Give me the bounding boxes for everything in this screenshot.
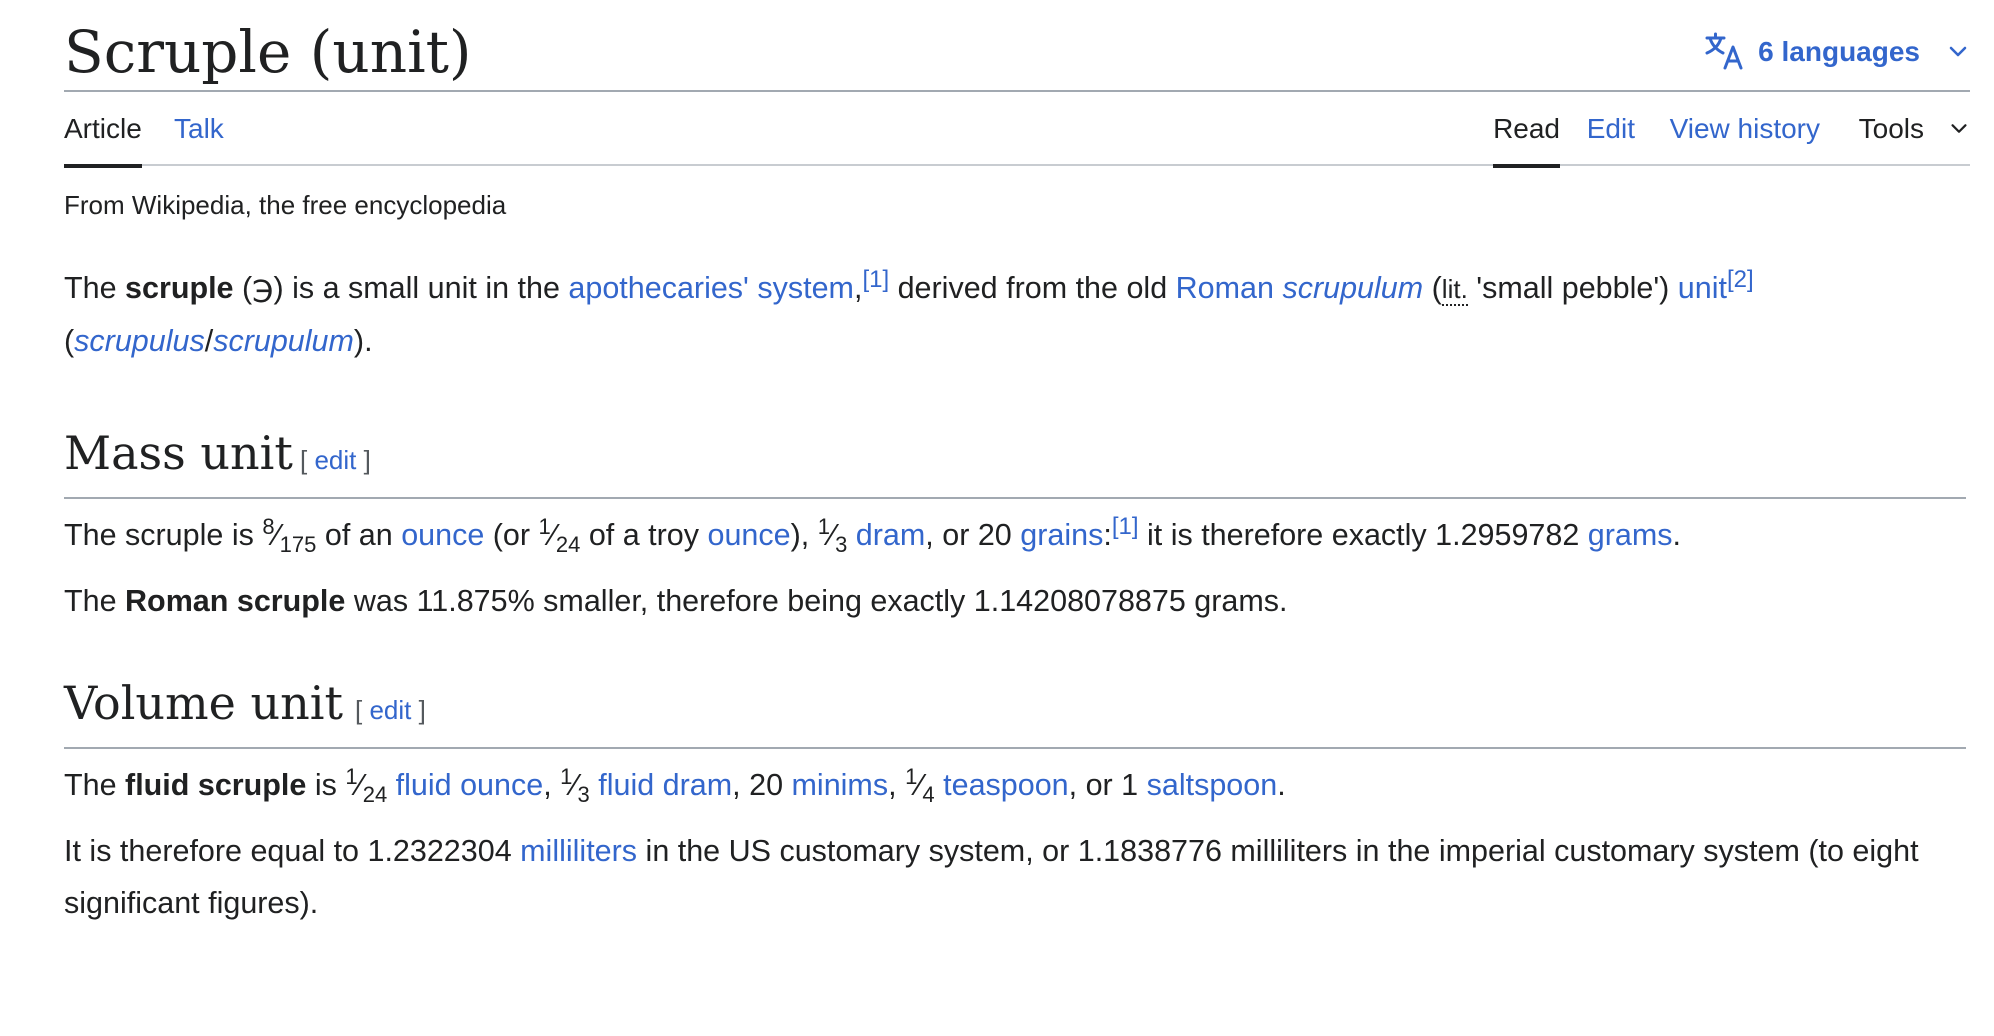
tab-read[interactable]: Read [1493, 112, 1560, 168]
text: it is therefore exactly 1.2959782 [1138, 518, 1588, 552]
languages-label: 6 languages [1758, 36, 1920, 67]
fraction: 8⁄175 [262, 513, 317, 558]
chevron-down-icon [1949, 46, 1967, 57]
italic-term: scrupulum [213, 324, 354, 358]
intro-paragraph: The scruple (℈) is a small unit in the a… [64, 262, 1966, 367]
fraction: 1⁄3 [817, 513, 848, 558]
text: . [1277, 768, 1286, 802]
bracket: ] [356, 445, 371, 475]
text: ), [790, 518, 818, 552]
site-tagline: From Wikipedia, the free encyclopedia [64, 190, 507, 220]
link-apothecaries-system[interactable]: apothecaries' system [568, 271, 854, 305]
text: The [64, 768, 126, 802]
edit-section-mass: [ edit ] [300, 445, 371, 475]
link-troy-ounce[interactable]: ounce [708, 518, 791, 552]
text: ( [64, 324, 75, 358]
fraction: 1⁄3 [560, 763, 590, 808]
bracket: [ [355, 695, 370, 725]
article-body: The scruple (℈) is a small unit in the a… [64, 262, 1966, 929]
reference-2[interactable]: [2] [1727, 266, 1754, 293]
link-grains[interactable]: grains [1020, 518, 1103, 552]
tab-view-history[interactable]: View history [1670, 112, 1820, 164]
link-scrupulum-2[interactable]: scrupulum [213, 324, 354, 358]
text: (or [484, 518, 539, 552]
fraction: 1⁄4 [905, 763, 935, 808]
tab-article[interactable]: Article [64, 112, 142, 168]
tab-edit[interactable]: Edit [1587, 112, 1635, 164]
edit-link[interactable]: edit [369, 695, 411, 725]
link-fluid-dram[interactable]: fluid dram [598, 768, 732, 802]
bracket: ] [411, 695, 426, 725]
text: , 20 [732, 768, 792, 802]
fraction: 1⁄24 [345, 763, 388, 808]
link-scrupulum[interactable]: scrupulum [1282, 271, 1423, 305]
volume-paragraph-1: The fluid scruple is 1⁄24 fluid ounce, 1… [64, 759, 1966, 811]
bold-term: scruple [125, 271, 234, 305]
languages-button[interactable]: 6 languages [1704, 30, 1970, 74]
volume-paragraph-2: It is therefore equal to 1.2322304 milli… [64, 825, 1966, 929]
link-minims[interactable]: minims [792, 768, 889, 802]
italic-term: scrupulum [1282, 271, 1424, 305]
article-header: Scruple (unit) 6 languages [64, 0, 1970, 92]
link-saltspoon[interactable]: saltspoon [1147, 768, 1278, 802]
text: , or 1 [1068, 768, 1147, 802]
edit-link[interactable]: edit [314, 445, 356, 475]
link-ounce[interactable]: ounce [401, 518, 484, 552]
link-dram[interactable]: dram [856, 518, 926, 552]
text [847, 518, 855, 552]
text: / [204, 324, 214, 358]
mass-paragraph-2: The Roman scruple was 11.875% smaller, t… [64, 575, 1966, 627]
section-title: Mass unit [64, 426, 293, 480]
tools-label: Tools [1858, 113, 1924, 144]
page-title: Scruple (unit) [64, 18, 472, 86]
text: (℈) is a small unit in the [233, 271, 569, 305]
text: , [543, 768, 561, 802]
text: . [1672, 518, 1682, 552]
tab-talk[interactable]: Talk [174, 112, 224, 164]
link-unit[interactable]: unit [1678, 271, 1727, 305]
text: The [64, 271, 126, 305]
text: of an [316, 518, 402, 552]
link-teaspoon[interactable]: teaspoon [943, 768, 1069, 802]
abbr-literally: lit. [1441, 274, 1468, 306]
text [590, 768, 598, 802]
link-milliliters[interactable]: milliliters [520, 834, 637, 868]
page-tabs: Article Talk Read Edit View history Tool… [64, 92, 1970, 168]
text: is [306, 768, 346, 802]
text: ( [1423, 271, 1442, 305]
fraction: 1⁄24 [538, 513, 581, 558]
italic-term: scrupulus [74, 324, 205, 358]
text: The scruple is [64, 518, 263, 552]
text: 'small pebble') [1467, 271, 1678, 305]
text: was 11.875% smaller, therefore being exa… [345, 584, 1288, 618]
chevron-down-icon [1951, 124, 1967, 133]
edit-section-volume: [ edit ] [355, 695, 426, 725]
mass-paragraph-1: The scruple is 8⁄175 of an ounce (or 1⁄2… [64, 509, 1966, 561]
text: The [64, 584, 126, 618]
translate-icon [1705, 32, 1743, 70]
text: ). [353, 324, 373, 358]
text [935, 768, 943, 802]
text: , [888, 768, 906, 802]
reference-1[interactable]: [1] [1112, 513, 1139, 540]
link-scrupulus[interactable]: scrupulus [74, 324, 205, 358]
text: of a troy [580, 518, 708, 552]
link-grams[interactable]: grams [1588, 518, 1673, 552]
bold-term: Roman scruple [125, 584, 346, 618]
tools-menu[interactable]: Tools [1859, 112, 1970, 164]
wikipedia-article-page: Scruple (unit) 6 languages Article Talk [0, 0, 1994, 1036]
text: derived from the old [889, 271, 1176, 305]
link-fluid-ounce[interactable]: fluid ounce [396, 768, 544, 802]
text: , or 20 [925, 518, 1021, 552]
bracket: [ [300, 445, 315, 475]
link-roman[interactable]: Roman [1176, 271, 1274, 305]
text: : [1103, 518, 1112, 552]
text: It is therefore equal to 1.2322304 [64, 834, 521, 868]
text [387, 768, 395, 802]
section-heading-mass: Mass unit [ edit ] [64, 411, 1966, 499]
section-title: Volume unit [64, 676, 343, 730]
bold-term: fluid scruple [125, 768, 307, 802]
section-heading-volume: Volume unit [ edit ] [64, 661, 1966, 749]
reference-1[interactable]: [1] [862, 266, 889, 293]
